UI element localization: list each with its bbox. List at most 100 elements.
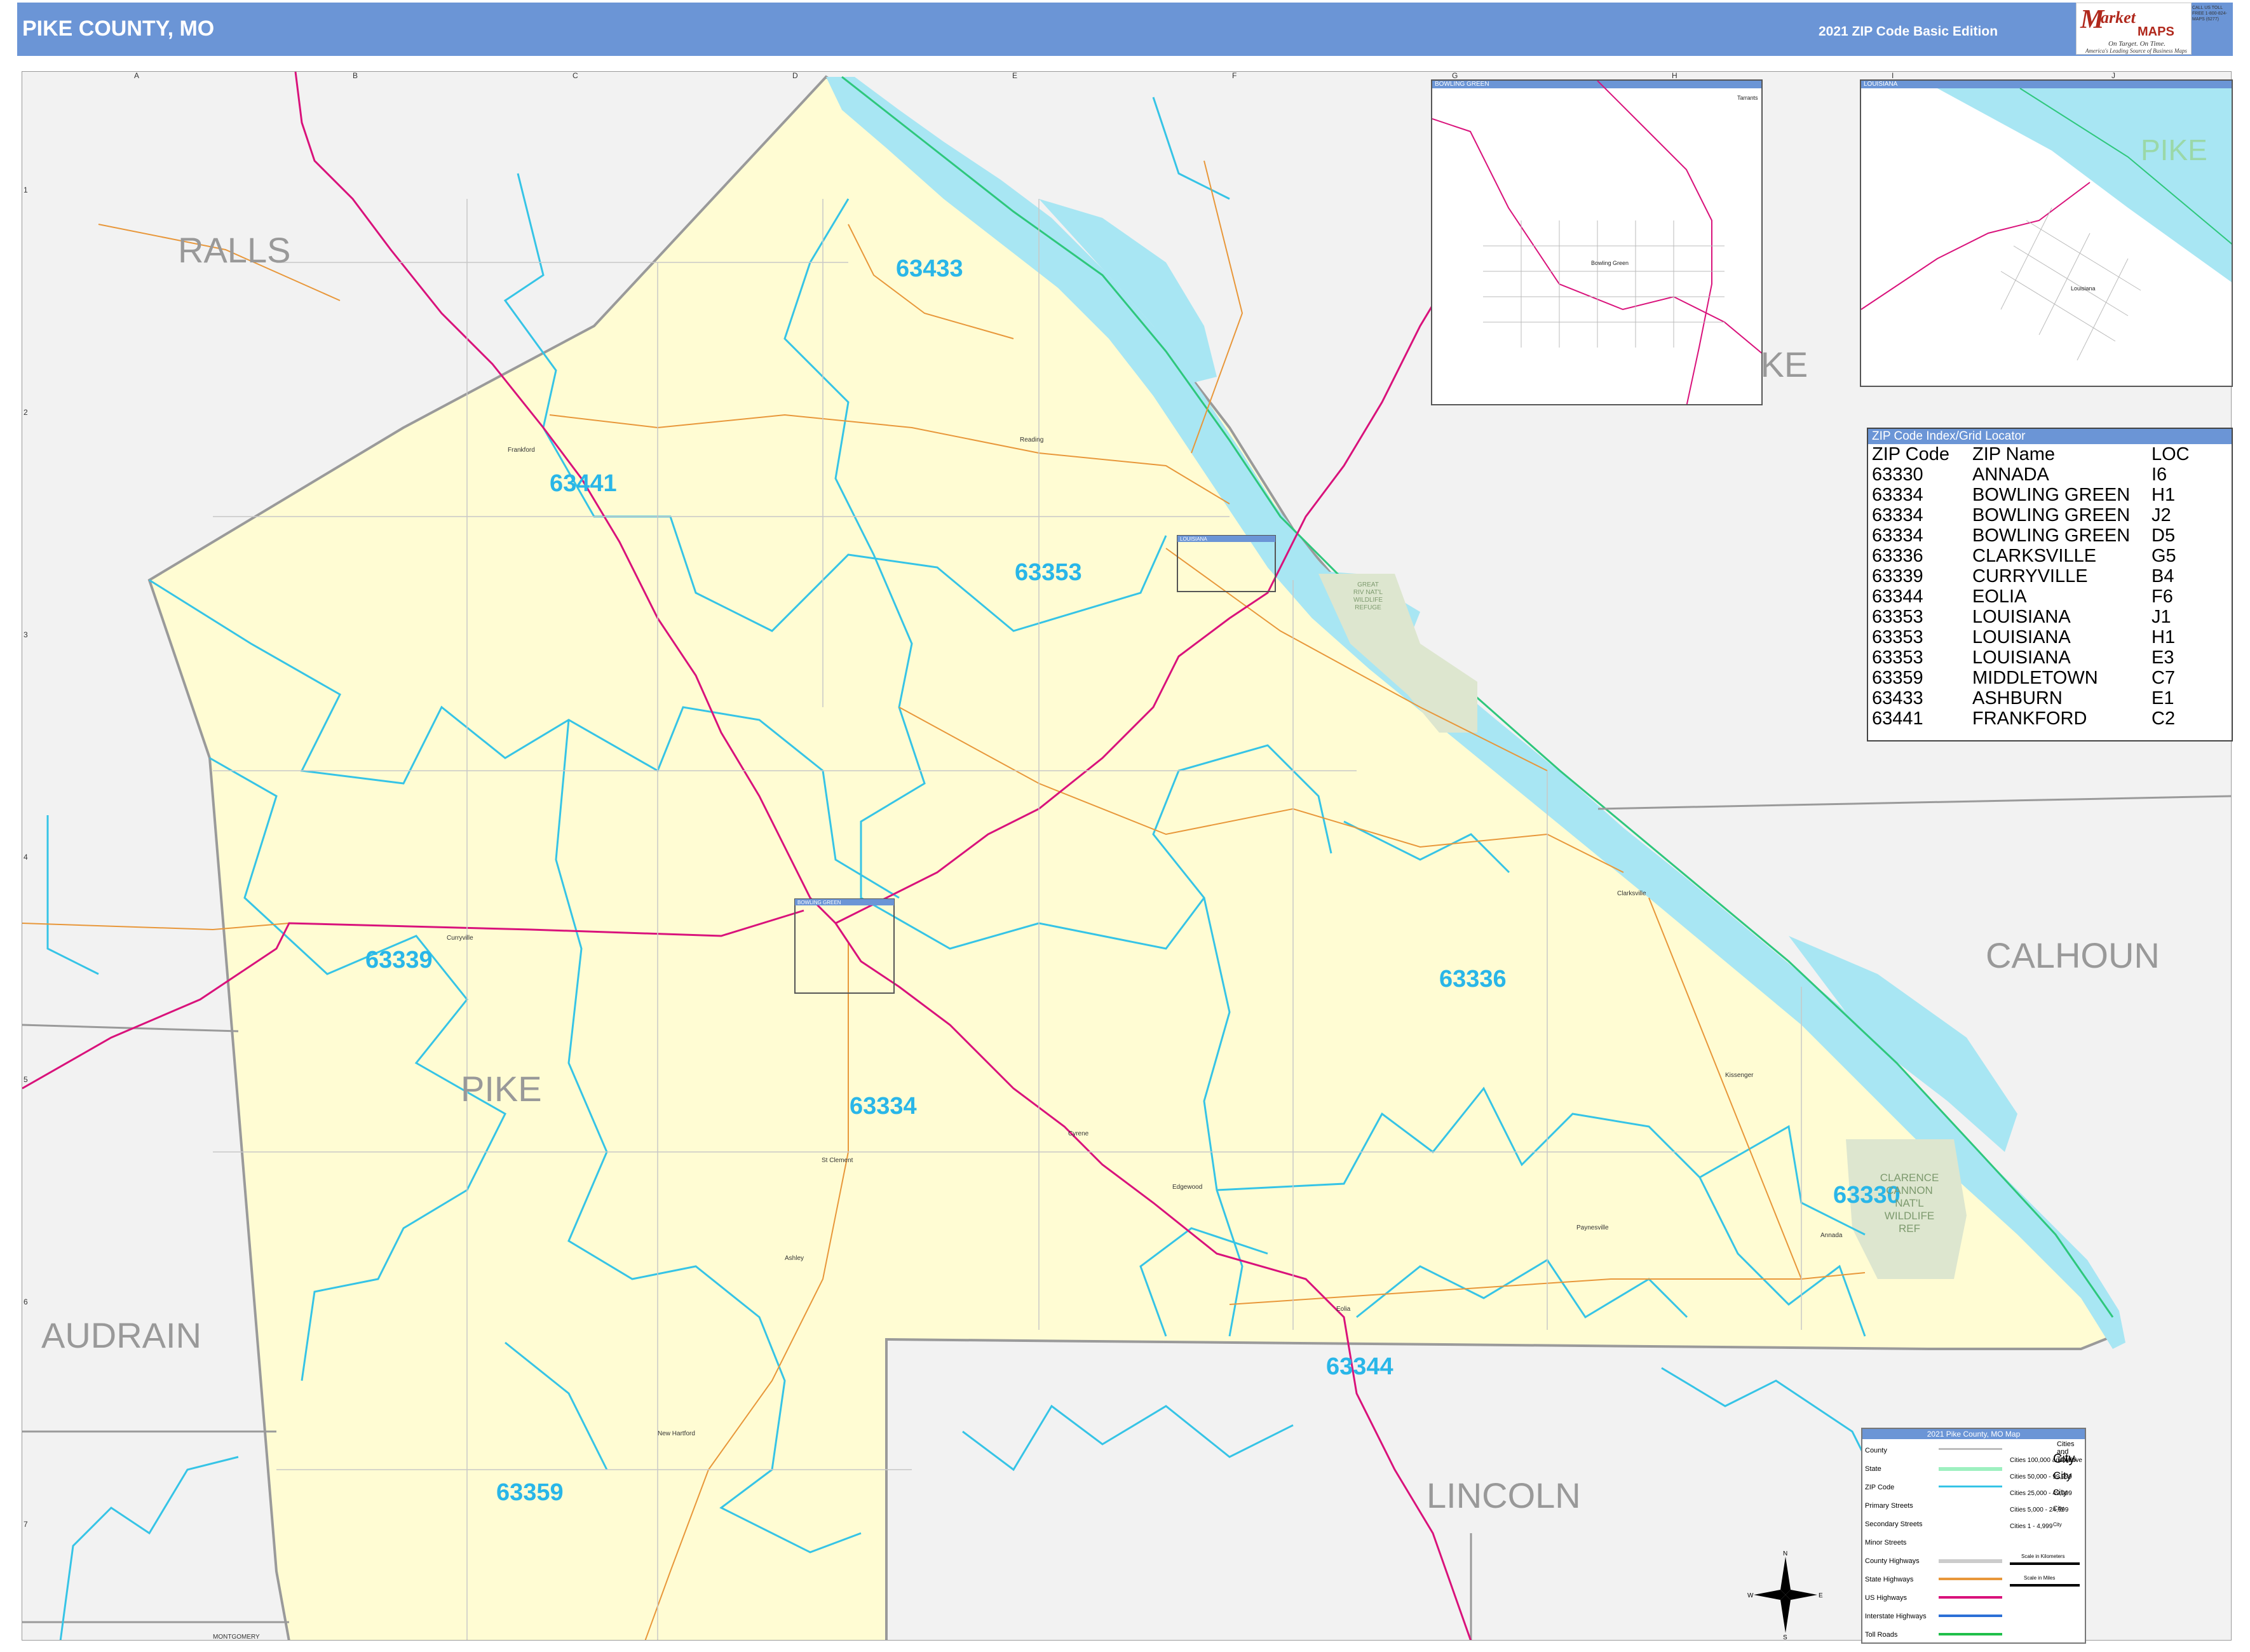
zip-label-63334: 63334 (850, 1093, 917, 1120)
name-cell: ANNADA (1972, 464, 2049, 485)
map-legend: 2021 Pike County, MO Map County State ZI… (1861, 1428, 2086, 1644)
place-reading: Reading (1020, 437, 1043, 443)
header-zip-code: ZIP Code (1872, 444, 1949, 464)
place-kissenger: Kissenger (1725, 1072, 1754, 1079)
name-cell: CURRYVILLE (1972, 566, 2088, 586)
bowling-green-inset-box-label: BOWLING GREEN (797, 900, 841, 905)
name-cell: LOUISIANA (1972, 607, 2071, 627)
name-cell: BOWLING GREEN (1972, 525, 2131, 546)
table-row: 63334 BOWLING GREEN H1 (1871, 485, 2190, 505)
legend-city-class-5: Cities 1 - 4,999 (2010, 1523, 2053, 1530)
legend-minor: Minor Streets (1865, 1539, 1907, 1547)
loc-cell: I6 (2152, 464, 2167, 485)
table-row: 63353 LOUISIANA H1 (1871, 627, 2190, 647)
header-zip-name: ZIP Name (1972, 444, 2056, 464)
louisiana-inset-county: PIKE (2141, 133, 2207, 166)
loc-cell: F6 (2152, 586, 2173, 607)
place-cyrene: Cyrene (1068, 1130, 1089, 1137)
legend-city-sample-5: City (2053, 1522, 2062, 1527)
refuge-line: CLARENCE (1880, 1172, 1939, 1184)
place-st-clement: St Clement (822, 1157, 853, 1164)
grid-letter-e: E (1012, 72, 1017, 80)
grid-letter-a: A (134, 72, 139, 80)
great-river-refuge-label: GREAT RIV NAT'L WILDLIFE REFUGE (1353, 581, 1383, 611)
loc-cell: B4 (2152, 566, 2174, 586)
zip-cell: 63336 (1872, 546, 1923, 566)
zip-cell: 63441 (1872, 708, 1923, 729)
legend-scale-mi: Scale in Miles (2024, 1575, 2056, 1581)
zip-cell: 63359 (1872, 668, 1923, 688)
place-ashley: Ashley (785, 1255, 804, 1262)
table-row: 63441 FRANKFORD C2 (1871, 708, 2190, 729)
legend-scale-mi-bar (2010, 1584, 2080, 1587)
refuge-line: WILDLIFE (1885, 1210, 1934, 1222)
zip-cell: 63330 (1872, 464, 1923, 485)
legend-interstate: Interstate Highways (1865, 1613, 1927, 1620)
zip-cell: 63334 (1872, 525, 1923, 546)
legend-title: 2021 Pike County, MO Map (1862, 1429, 2085, 1439)
zip-index-header-row: ZIP Code ZIP Name LOC (1871, 444, 2190, 464)
grid-number-7: 7 (24, 1520, 28, 1529)
loc-cell: E1 (2152, 688, 2174, 708)
louisiana-inset-box-label: LOUISIANA (1180, 536, 1207, 542)
market-maps-logo: M arket MAPS On Target. On Time. America… (2076, 3, 2192, 55)
loc-cell: D5 (2152, 525, 2176, 546)
bowling-green-inset-place: Bowling Green (1591, 260, 1629, 266)
legend-scale-km: Scale in Kilometers (2021, 1554, 2065, 1559)
legend-city-sample-1: City (2053, 1452, 2075, 1466)
zip-label-63336: 63336 (1439, 966, 1507, 992)
zip-label-63441: 63441 (550, 470, 617, 497)
louisiana-inset[interactable]: LOUISIANA Louisiana PIKE (1860, 79, 2233, 387)
logo-subline: America's Leading Source of Business Map… (2085, 48, 2187, 54)
compass-s: S (1783, 1634, 1787, 1639)
bowling-green-inset[interactable]: BOWLING GREEN Bowling Green Tarrants (1431, 79, 1763, 405)
refuge-line: WILDLIFE (1353, 597, 1383, 604)
grid-number-3: 3 (24, 630, 28, 639)
zip-cell: 63433 (1872, 688, 1923, 708)
loc-cell: G5 (2152, 546, 2176, 566)
louisiana-inset-map: Louisiana PIKE (1861, 88, 2232, 361)
zip-cell: 63334 (1872, 485, 1923, 505)
grid-number-4: 4 (24, 853, 28, 862)
legend-county-hwy: County Highways (1865, 1557, 1920, 1565)
tarrants-label: Tarrants (1737, 95, 1758, 101)
name-cell: ASHBURN (1972, 688, 2063, 708)
legend-swatch-county (1939, 1448, 2002, 1450)
zip-label-63359: 63359 (496, 1479, 564, 1506)
legend-swatch-state (1939, 1467, 2002, 1471)
zip-index-title: ZIP Code Index/Grid Locator (1868, 429, 2232, 444)
name-cell: LOUISIANA (1972, 647, 2071, 668)
legend-swatch-county-hwy (1939, 1559, 2002, 1563)
legend-scale-km-bar (2010, 1562, 2080, 1565)
zip-label-63339: 63339 (365, 947, 433, 973)
refuge-line: NAT'L (1895, 1197, 1923, 1209)
loc-cell: C7 (2152, 668, 2176, 688)
compass-e: E (1819, 1592, 1823, 1599)
compass-n: N (1783, 1550, 1787, 1557)
zip-cell: 63353 (1872, 607, 1923, 627)
place-new-hartford: New Hartford (658, 1430, 695, 1437)
grid-letter-c: C (573, 72, 578, 80)
loc-cell: H1 (2152, 485, 2176, 505)
legend-state: State (1865, 1465, 1881, 1473)
place-edgewood: Edgewood (1172, 1184, 1202, 1191)
table-row: 63344 EOLIA F6 (1871, 586, 2190, 607)
grid-letter-f: F (1232, 72, 1237, 80)
county-label-ralls: RALLS (178, 230, 290, 270)
edition-label: 2021 ZIP Code Basic Edition (1819, 24, 1998, 39)
table-row: 63334 BOWLING GREEN J2 (1871, 505, 2190, 525)
name-cell: CLARKSVILLE (1972, 546, 2097, 566)
legend-county: County (1865, 1447, 1887, 1454)
legend-state-hwy: State Highways (1865, 1576, 1914, 1583)
zip-cell: 63353 (1872, 647, 1923, 668)
place-paynesville: Paynesville (1576, 1224, 1609, 1231)
place-montgomery: MONTGOMERY (213, 1634, 260, 1641)
table-row: 63330 ANNADA I6 (1871, 464, 2190, 485)
contact-info: CALL US TOLL FREE 1-800-824-MAPS (6277) (2192, 6, 2227, 22)
grid-number-5: 5 (24, 1075, 28, 1084)
legend-primary: Primary Streets (1865, 1502, 1913, 1510)
legend-swatch-us-hwy (1939, 1596, 2002, 1599)
table-row: 63334 BOWLING GREEN D5 (1871, 525, 2190, 546)
zip-label-63433: 63433 (896, 255, 963, 282)
legend-swatch-zip (1939, 1486, 2002, 1487)
